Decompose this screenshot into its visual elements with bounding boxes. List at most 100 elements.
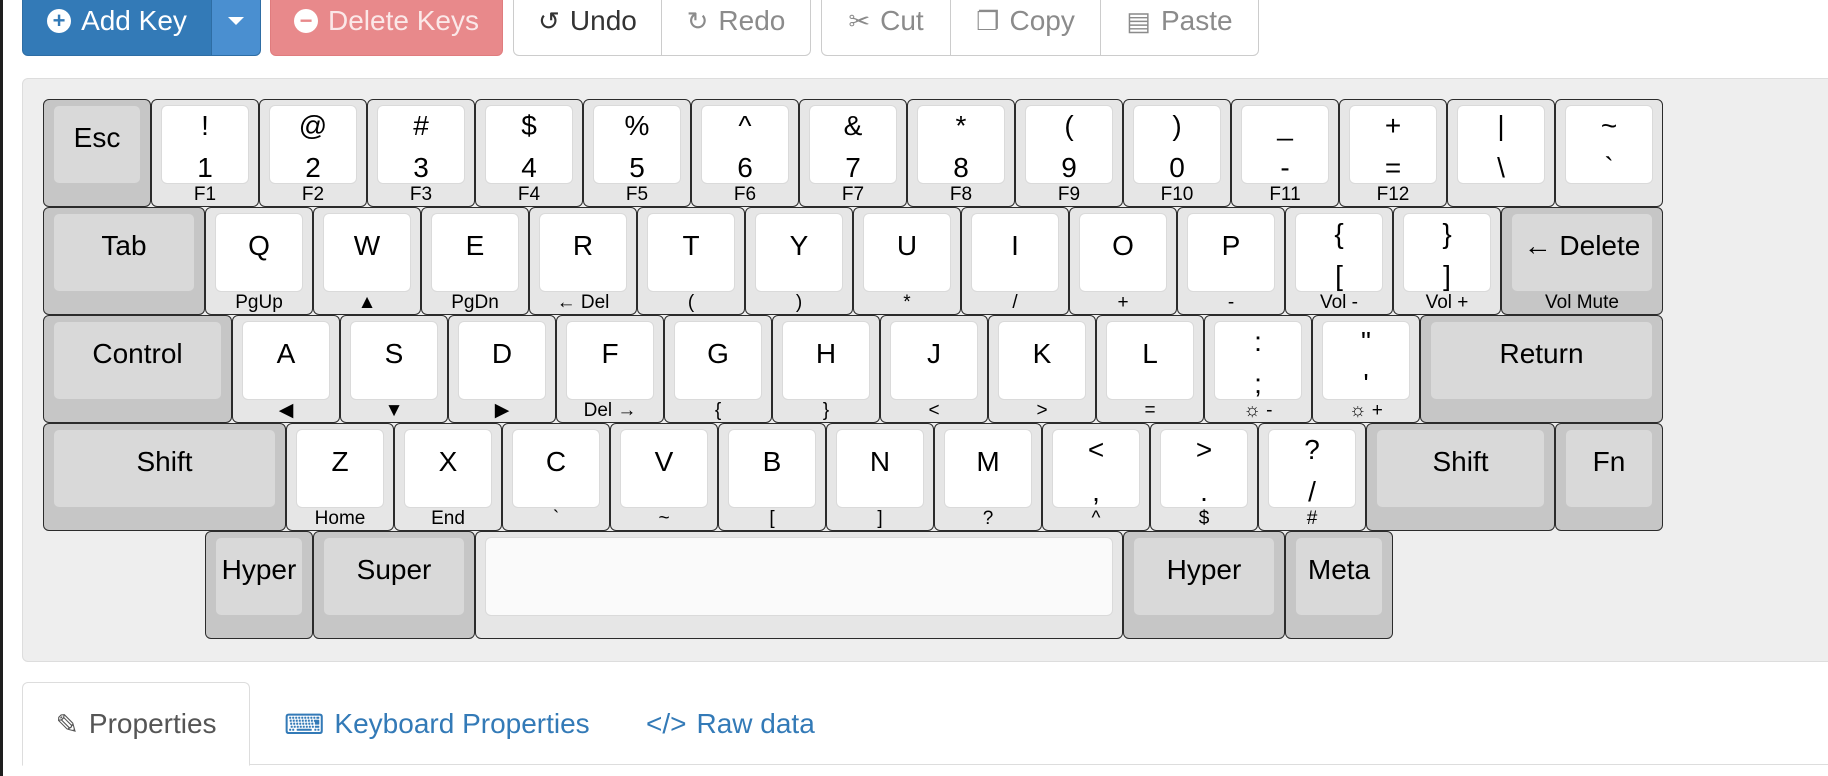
key[interactable]: <, ^ xyxy=(1042,423,1150,531)
key[interactable]: Super xyxy=(313,531,475,639)
key[interactable]: Q PgUp xyxy=(205,207,313,315)
code-icon: </> xyxy=(646,708,687,739)
key[interactable]: :; ☼ - xyxy=(1204,315,1312,423)
tab-keyboard-properties[interactable]: ⌨ Keyboard Properties xyxy=(284,682,590,766)
key[interactable]: Y) xyxy=(745,207,853,315)
key-legend: 6 xyxy=(737,152,753,183)
key[interactable]: H} xyxy=(772,315,880,423)
key[interactable]: A ◀ xyxy=(232,315,340,423)
key[interactable]: ~ ` xyxy=(1555,99,1663,207)
key-legend: - xyxy=(1280,152,1290,183)
key-legend: 8 xyxy=(953,152,969,183)
key[interactable]: N] xyxy=(826,423,934,531)
key[interactable]: Shift xyxy=(1366,423,1555,531)
key[interactable]: }] Vol + xyxy=(1393,207,1501,315)
key-legend: J xyxy=(927,338,941,369)
tab-properties[interactable]: ✎ Properties xyxy=(22,682,250,766)
key-legend: | xyxy=(1497,110,1505,141)
keycap xyxy=(485,537,1113,616)
key[interactable]: Meta xyxy=(1285,531,1393,639)
undo-button[interactable]: ↺ Undo xyxy=(513,0,662,56)
key-legend: F xyxy=(601,338,619,369)
key[interactable]: T( xyxy=(637,207,745,315)
key[interactable]: V ~ xyxy=(610,423,718,531)
key-legend: / xyxy=(1308,476,1316,507)
key-legend: Del → xyxy=(583,400,637,421)
key-legend: C xyxy=(545,446,567,477)
tab-keyboard-properties-label: Keyboard Properties xyxy=(334,708,590,739)
add-key-dropdown-button[interactable] xyxy=(211,0,261,56)
key[interactable]: ! 1 F1 xyxy=(151,99,259,207)
delete-keys-button[interactable]: − Delete Keys xyxy=(270,0,503,56)
key[interactable]: #3 F3 xyxy=(367,99,475,207)
key[interactable]: F Del → xyxy=(556,315,664,423)
key[interactable]: | \ xyxy=(1447,99,1555,207)
key[interactable]: W ▲ xyxy=(313,207,421,315)
key[interactable]: E PgDn xyxy=(421,207,529,315)
add-key-button[interactable]: + Add Key xyxy=(22,0,212,56)
key-legend: Q xyxy=(248,230,270,261)
key-legend: Z xyxy=(331,446,349,477)
tab-raw-data-label: Raw data xyxy=(696,708,815,739)
key[interactable]: I / xyxy=(961,207,1069,315)
cut-button[interactable]: ✂ Cut xyxy=(821,0,951,56)
key-legend: $ xyxy=(1198,508,1210,529)
key-legend: } xyxy=(822,400,830,421)
key[interactable]: J < xyxy=(880,315,988,423)
key[interactable]: B[ xyxy=(718,423,826,531)
redo-icon: ↻ xyxy=(686,5,709,36)
key[interactable]: Tab xyxy=(43,207,205,315)
key-legend: ] xyxy=(1443,260,1451,291)
undo-icon: ↺ xyxy=(538,5,560,36)
key[interactable]: $4 F4 xyxy=(475,99,583,207)
key-legend: } xyxy=(1442,218,1452,249)
key[interactable]: Shift xyxy=(43,423,286,531)
key[interactable]: Esc xyxy=(43,99,151,207)
key[interactable]: ) 0 F10 xyxy=(1123,99,1231,207)
key[interactable]: * 8 F8 xyxy=(907,99,1015,207)
key[interactable]: Return xyxy=(1420,315,1663,423)
key[interactable]: C ` xyxy=(502,423,610,531)
key[interactable]: S ▼ xyxy=(340,315,448,423)
key[interactable]: + = F12 xyxy=(1339,99,1447,207)
keyboard-editor[interactable]: Esc! 1 F1 @2 F2 #3 F3 $4 F4% 5 F5 ^ 6 F6 & 7 F7 * 8 F8(9 F9)… xyxy=(22,78,1828,662)
key[interactable]: (9 F9 xyxy=(1015,99,1123,207)
key[interactable]: L = xyxy=(1096,315,1204,423)
key[interactable]: {[Vol - xyxy=(1285,207,1393,315)
key[interactable]: O + xyxy=(1069,207,1177,315)
key[interactable]: R ← Del xyxy=(529,207,637,315)
key[interactable]: M? xyxy=(934,423,1042,531)
key[interactable]: Fn xyxy=(1555,423,1663,531)
minus-circle-icon: − xyxy=(294,9,319,33)
key[interactable]: Control xyxy=(43,315,232,423)
key[interactable]: " ' ☼ + xyxy=(1312,315,1420,423)
key[interactable]: P- xyxy=(1177,207,1285,315)
key[interactable]: X End xyxy=(394,423,502,531)
key[interactable]: ? / # xyxy=(1258,423,1366,531)
key[interactable]: % 5 F5 xyxy=(583,99,691,207)
redo-button[interactable]: ↻ Redo xyxy=(661,0,811,56)
key-legend: F4 xyxy=(517,184,541,205)
tab-raw-data[interactable]: </> Raw data xyxy=(646,682,815,766)
key[interactable]: & 7 F7 xyxy=(799,99,907,207)
key-legend: Vol Mute xyxy=(1545,292,1619,313)
key[interactable]: Z Home xyxy=(286,423,394,531)
key[interactable]: @2 F2 xyxy=(259,99,367,207)
key[interactable]: D ▶ xyxy=(448,315,556,423)
key-legend: Shift xyxy=(1432,446,1489,477)
key[interactable]: >. $ xyxy=(1150,423,1258,531)
key-legend: F10 xyxy=(1160,184,1194,205)
key[interactable]: G{ xyxy=(664,315,772,423)
key[interactable]: Hyper xyxy=(205,531,313,639)
key[interactable]: U * xyxy=(853,207,961,315)
key[interactable]: Hyper xyxy=(1123,531,1285,639)
copy-button[interactable]: ❐ Copy xyxy=(950,0,1101,56)
key[interactable]: K > xyxy=(988,315,1096,423)
key[interactable]: ^ 6 F6 xyxy=(691,99,799,207)
paste-button[interactable]: ▤ Paste xyxy=(1100,0,1259,56)
key-spacebar[interactable] xyxy=(475,531,1123,639)
key-legend: U xyxy=(896,230,918,261)
key[interactable]: _ - F11 xyxy=(1231,99,1339,207)
key[interactable]: ← Delete Vol Mute xyxy=(1501,207,1663,315)
key-legend: [ xyxy=(769,508,775,529)
